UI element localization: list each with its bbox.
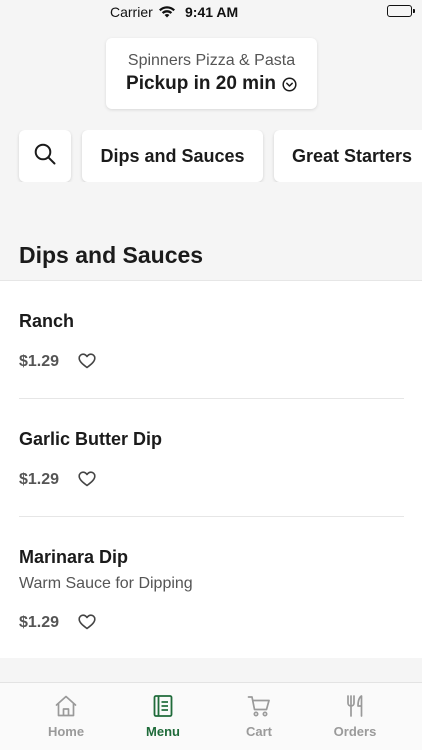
item-price: $1.29 <box>19 471 60 488</box>
tab-home[interactable]: Home <box>21 683 111 750</box>
search-icon <box>33 142 57 171</box>
tab-cart[interactable]: Cart <box>214 683 304 750</box>
category-bar: Dips and Sauces Great Starters <box>0 130 422 182</box>
list-item[interactable]: Garlic Butter Dip $1.29 <box>0 399 422 517</box>
menu-list: Ranch $1.29 Garlic Butter Dip $1.29 Mari… <box>0 280 422 658</box>
fork-knife-icon <box>342 693 368 719</box>
tab-label: Menu <box>146 724 180 739</box>
tab-menu[interactable]: Menu <box>118 683 208 750</box>
item-description: Warm Sauce for Dipping <box>19 575 193 592</box>
category-chip-starters[interactable]: Great Starters <box>274 130 422 182</box>
restaurant-name: Spinners Pizza & Pasta <box>127 52 296 69</box>
heart-icon[interactable] <box>78 471 96 487</box>
menu-book-icon <box>150 693 176 719</box>
section-title: Dips and Sauces <box>19 242 204 268</box>
item-name: Ranch <box>19 311 75 331</box>
chevron-down-circle-icon <box>282 76 297 92</box>
cart-icon <box>246 693 272 719</box>
tab-label: Orders <box>333 724 377 739</box>
battery-icon <box>387 5 415 17</box>
status-bar: Carrier 9:41 AM <box>0 0 422 24</box>
item-name: Marinara Dip <box>19 547 129 567</box>
pickup-time: Pickup in 20 min <box>126 73 276 94</box>
tab-label: Home <box>47 724 85 739</box>
heart-icon[interactable] <box>78 614 96 630</box>
item-price: $1.29 <box>19 353 60 370</box>
carrier-label: Carrier <box>110 4 153 20</box>
pickup-selector[interactable]: Spinners Pizza & Pasta Pickup in 20 min <box>106 38 317 109</box>
category-chip-dips[interactable]: Dips and Sauces <box>82 130 263 182</box>
list-item[interactable]: Marinara Dip Warm Sauce for Dipping $1.2… <box>0 517 422 659</box>
tab-bar: Home Menu Cart Orders <box>0 682 422 750</box>
clock-label: 9:41 AM <box>185 4 239 20</box>
wifi-icon <box>158 5 176 23</box>
tab-label: Cart <box>245 724 272 739</box>
heart-icon[interactable] <box>78 353 96 369</box>
list-item[interactable]: Ranch $1.29 <box>0 281 422 399</box>
pickup-row: Pickup in 20 min <box>106 73 317 95</box>
tab-orders[interactable]: Orders <box>310 683 400 750</box>
search-button[interactable] <box>19 130 71 182</box>
item-name: Garlic Butter Dip <box>19 429 163 449</box>
item-price: $1.29 <box>19 614 60 631</box>
home-icon <box>53 693 79 719</box>
